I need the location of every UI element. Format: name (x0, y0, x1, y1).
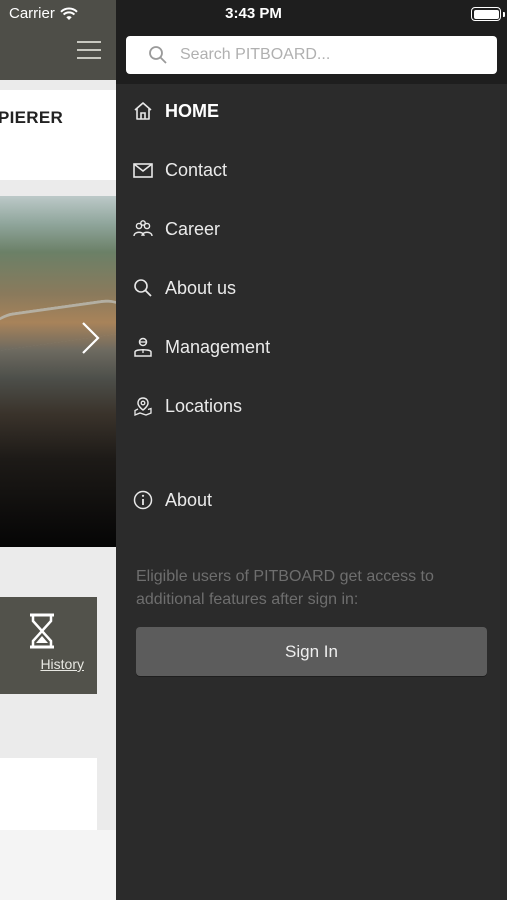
search-box[interactable] (126, 36, 497, 74)
envelope-icon (133, 163, 153, 178)
menu-label-about-us: About us (165, 277, 237, 298)
menu-item-contact[interactable]: Contact (116, 145, 507, 195)
search-icon (149, 46, 167, 64)
menu-label-management: Management (165, 336, 271, 357)
screen: Carrier PIERER History 3:43 PM Search PI… (0, 0, 507, 900)
history-label: History (40, 656, 84, 672)
search-icon (134, 279, 152, 297)
menu-label-home: HOME (165, 100, 219, 121)
menu-item-about-us[interactable]: About us (116, 263, 507, 313)
search-input[interactable] (180, 36, 490, 74)
menu-label-career: Career (165, 218, 221, 239)
search-bar (116, 28, 507, 84)
hamburger-line (77, 57, 101, 59)
menu-item-career[interactable]: Career (116, 204, 507, 254)
manager-icon (134, 337, 152, 357)
sign-in-button[interactable]: Sign In (136, 627, 487, 676)
menu-item-about[interactable]: About (116, 475, 507, 525)
carrier-label: Carrier (9, 5, 55, 22)
app-header: Carrier (0, 0, 116, 80)
people-icon (133, 220, 153, 237)
history-tile[interactable]: History (0, 597, 97, 694)
hamburger-line (77, 49, 101, 51)
hamburger-menu-button[interactable] (77, 41, 101, 59)
menu-item-locations[interactable]: Locations (116, 381, 507, 431)
status-bar: 3:43 PM (116, 0, 507, 28)
clock: 3:43 PM (225, 5, 282, 22)
wifi-icon (60, 7, 78, 20)
navigation-drawer: HOME Contact Career (116, 28, 507, 900)
menu-label-about: About (165, 489, 213, 510)
menu-label-contact: Contact (165, 159, 228, 180)
menu-label-locations: Locations (165, 395, 243, 416)
carousel-next-icon[interactable] (80, 320, 102, 356)
content-card (0, 758, 97, 830)
menu-item-management[interactable]: Management (116, 322, 507, 372)
background-app[interactable]: Carrier PIERER History (0, 0, 116, 900)
hamburger-line (77, 41, 101, 43)
brand-text: PIERER (0, 108, 64, 127)
battery-icon (471, 7, 505, 21)
brand-strip: PIERER (0, 90, 116, 180)
map-pin-icon (134, 397, 152, 416)
info-icon (133, 490, 153, 510)
carrier-status: Carrier (9, 5, 78, 22)
hero-image (0, 196, 116, 547)
home-icon (134, 102, 152, 120)
sign-in-note: Eligible users of PITBOARD get access to… (136, 568, 434, 608)
bottom-bar (0, 830, 116, 900)
hourglass-icon (30, 613, 54, 649)
menu-item-home[interactable]: HOME (116, 86, 507, 136)
